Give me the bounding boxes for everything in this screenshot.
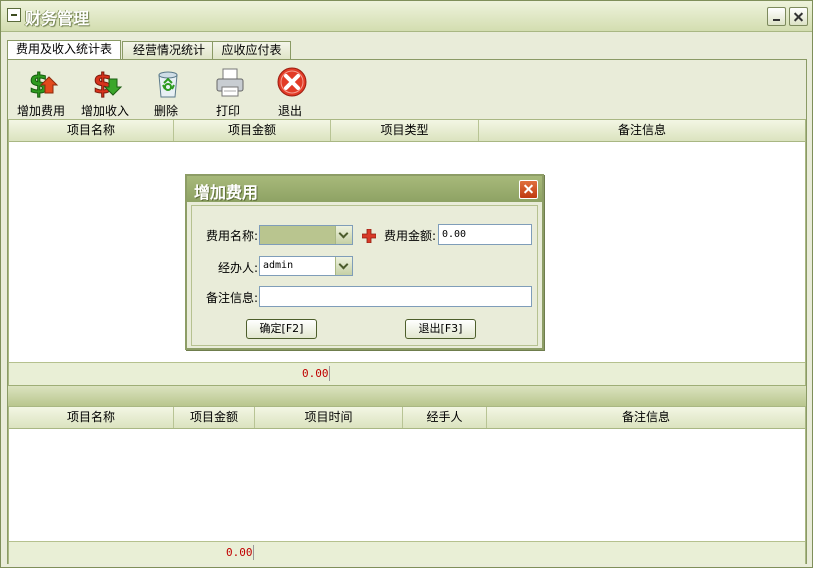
delete-button[interactable]: 删除 bbox=[134, 65, 198, 118]
column-header[interactable]: 项目时间 bbox=[255, 407, 403, 428]
tab-receivable-payable[interactable]: 应收应付表 bbox=[212, 41, 291, 59]
print-label: 打印 bbox=[215, 104, 240, 118]
title-bar[interactable]: 财务管理 bbox=[1, 1, 812, 32]
fee-amount-input[interactable]: 0.00 bbox=[438, 224, 532, 245]
tab-expense-income[interactable]: 费用及收入统计表 bbox=[7, 40, 121, 59]
handler-combo[interactable]: admin bbox=[259, 256, 353, 276]
print-button[interactable]: 打印 bbox=[196, 65, 260, 118]
column-header[interactable]: 项目金额 bbox=[174, 407, 255, 428]
toolbar: $ 增加费用 $ 增加收入 删除 打印 退出 bbox=[8, 61, 806, 119]
handler-label: 经办人: bbox=[217, 261, 258, 275]
finance-window: 财务管理 费用及收入统计表 经营情况统计 应收应付表 $ 增加费用 $ 增加收入 bbox=[0, 0, 813, 568]
expense-grid-footer: 0.00 bbox=[9, 362, 805, 385]
footer-divider bbox=[329, 366, 330, 381]
column-header[interactable]: 经手人 bbox=[403, 407, 487, 428]
dialog-exit-button[interactable]: 退出[F3] bbox=[405, 319, 476, 339]
add-expense-icon: $ bbox=[29, 67, 59, 99]
dialog-title-bar[interactable]: 增加费用 bbox=[187, 176, 542, 202]
column-header[interactable]: 项目名称 bbox=[9, 120, 174, 141]
exit-button[interactable]: 退出 bbox=[258, 65, 322, 118]
column-header[interactable]: 项目金额 bbox=[174, 120, 331, 141]
chevron-down-icon[interactable] bbox=[335, 226, 352, 244]
exit-label: 退出 bbox=[277, 104, 302, 118]
add-expense-dialog: 增加费用 费用名称: 费用金额: 0.00 经办人: admin 备注信息: 确… bbox=[185, 174, 544, 350]
column-header[interactable]: 项目类型 bbox=[331, 120, 479, 141]
add-expense-label: 增加费用 bbox=[16, 104, 65, 118]
fee-amount-label: 费用金额: bbox=[383, 229, 436, 243]
fee-name-label: 费用名称: bbox=[205, 229, 258, 243]
add-expense-button[interactable]: $ 增加费用 bbox=[9, 65, 73, 118]
add-fee-type-icon[interactable] bbox=[362, 229, 376, 243]
window-title: 财务管理 bbox=[25, 9, 90, 28]
income-total: 0.00 bbox=[226, 546, 253, 559]
window-menu-icon[interactable] bbox=[7, 8, 21, 22]
expense-grid-header: 项目名称 项目金额 项目类型 备注信息 bbox=[9, 120, 805, 142]
add-income-label: 增加收入 bbox=[80, 104, 129, 118]
confirm-button[interactable]: 确定[F2] bbox=[246, 319, 317, 339]
exit-icon bbox=[277, 67, 307, 97]
delete-label: 删除 bbox=[153, 104, 178, 118]
recycle-bin-icon bbox=[158, 71, 178, 98]
dialog-close-button[interactable] bbox=[519, 180, 538, 199]
fee-name-combo[interactable] bbox=[259, 225, 353, 245]
income-grid[interactable]: 项目名称 项目金额 项目时间 经手人 备注信息 0.00 bbox=[8, 406, 806, 564]
remark-input[interactable] bbox=[259, 286, 532, 307]
expense-total: 0.00 bbox=[302, 367, 329, 380]
close-button[interactable] bbox=[789, 7, 808, 26]
minimize-button[interactable] bbox=[767, 7, 786, 26]
column-header[interactable]: 备注信息 bbox=[479, 120, 805, 141]
income-grid-header: 项目名称 项目金额 项目时间 经手人 备注信息 bbox=[9, 407, 805, 429]
printer-icon bbox=[216, 68, 244, 97]
handler-value: admin bbox=[263, 260, 294, 271]
tab-operations[interactable]: 经营情况统计 bbox=[122, 41, 216, 59]
remark-label: 备注信息: bbox=[205, 291, 258, 305]
dialog-title: 增加费用 bbox=[194, 183, 259, 202]
dialog-body: 费用名称: 费用金额: 0.00 经办人: admin 备注信息: 确定[F2] bbox=[191, 205, 538, 346]
splitter[interactable] bbox=[8, 385, 806, 407]
chevron-down-icon[interactable] bbox=[335, 257, 352, 275]
column-header[interactable]: 项目名称 bbox=[9, 407, 174, 428]
add-income-icon: $ bbox=[93, 67, 123, 99]
footer-divider bbox=[253, 545, 254, 560]
add-income-button[interactable]: $ 增加收入 bbox=[73, 65, 137, 118]
income-grid-footer: 0.00 bbox=[9, 541, 805, 564]
fee-amount-value: 0.00 bbox=[442, 229, 467, 240]
column-header[interactable]: 备注信息 bbox=[487, 407, 805, 428]
